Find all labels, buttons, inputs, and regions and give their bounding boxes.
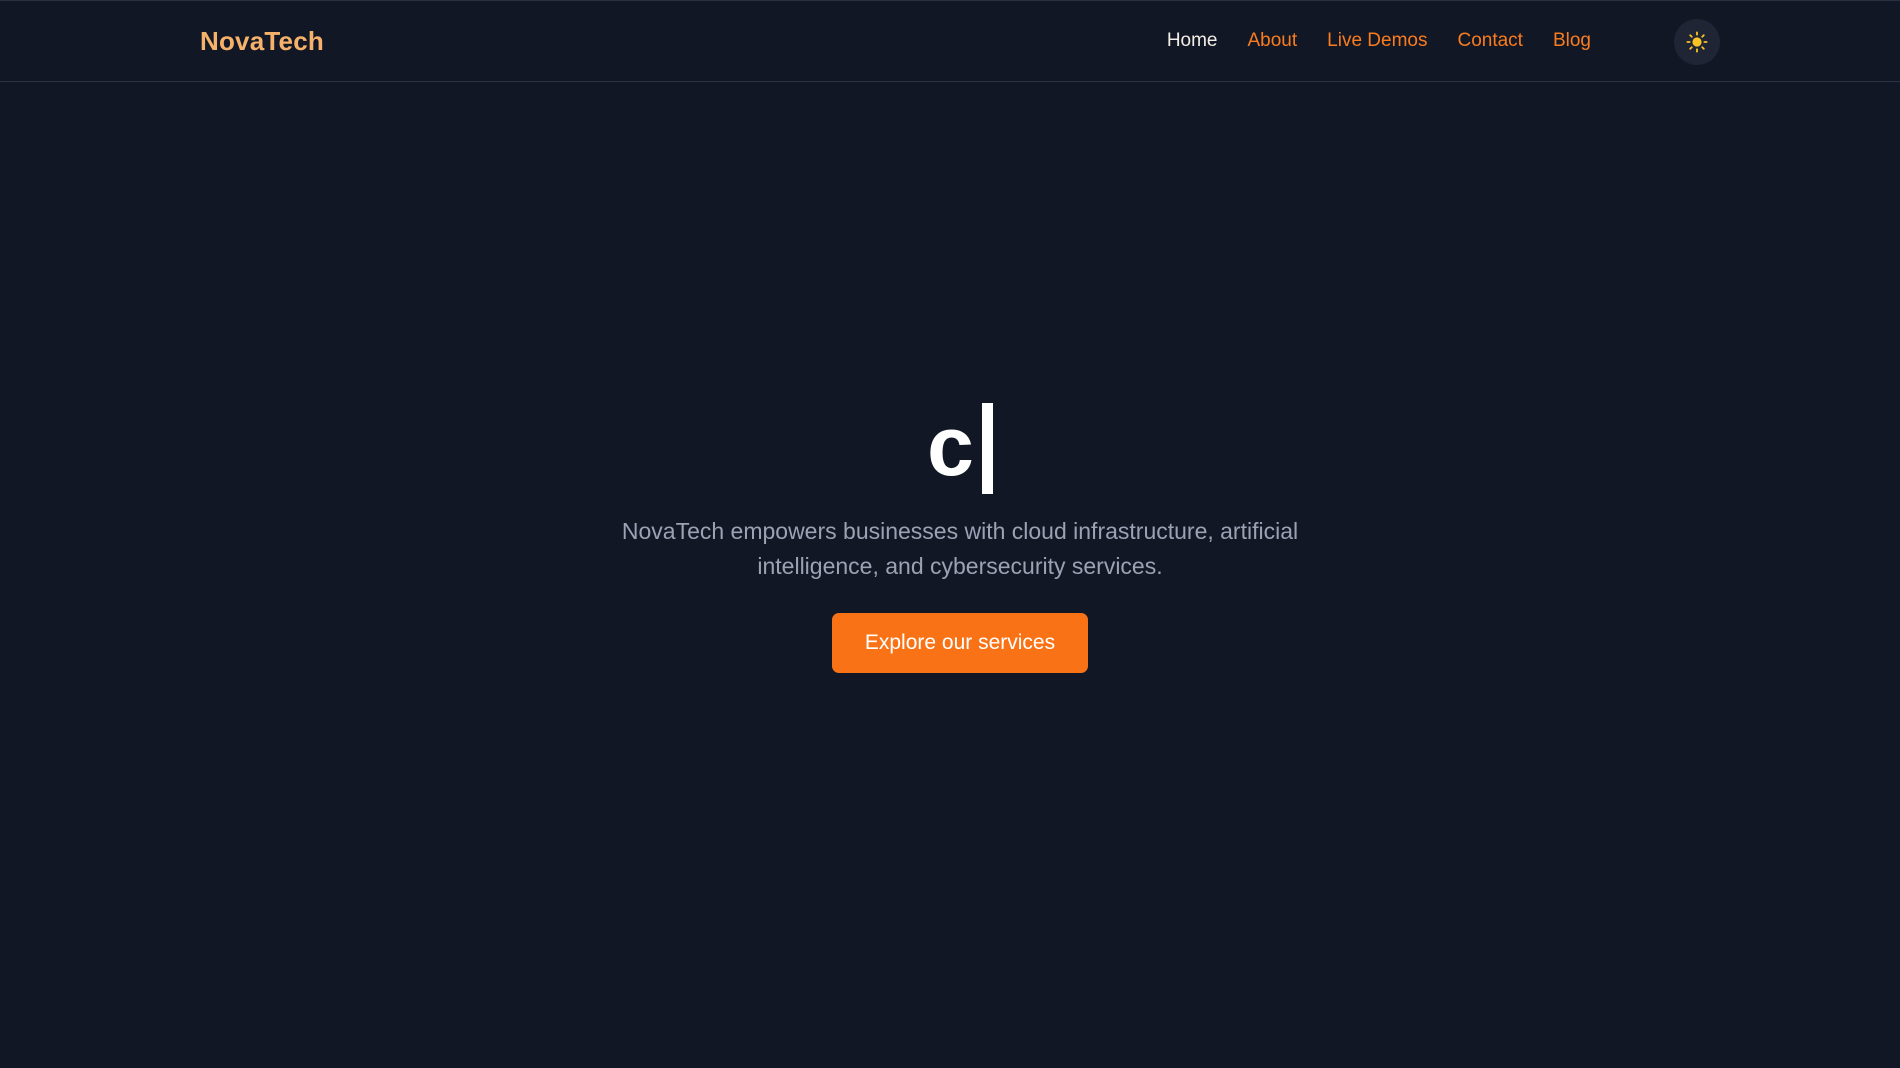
nav-link-live-demos[interactable]: Live Demos (1327, 30, 1427, 52)
hero-subtitle: NovaTech empowers businesses with cloud … (621, 518, 1299, 579)
nav-link-home[interactable]: Home (1167, 30, 1218, 52)
theme-toggle-button[interactable] (1674, 19, 1720, 65)
navbar: NovaTech Home About Live Demos Contact B… (0, 1, 1900, 82)
page: NovaTech Home About Live Demos Contact B… (0, 0, 1900, 1068)
explore-services-button[interactable]: Explore our services (832, 613, 1088, 673)
hero-section: c NovaTech empowers businesses with clou… (0, 82, 1900, 1068)
typing-caret (981, 403, 993, 494)
nav-link-contact[interactable]: Contact (1457, 30, 1522, 52)
nav-link-blog[interactable]: Blog (1553, 30, 1591, 52)
brand-logo-link[interactable]: NovaTech (200, 26, 324, 57)
sun-icon (1686, 31, 1708, 53)
nav-link-about[interactable]: About (1248, 30, 1298, 52)
hero-title: c (0, 403, 1900, 494)
hero-title-text: c (927, 399, 974, 493)
nav-links: Home About Live Demos Contact Blog (1167, 30, 1591, 52)
